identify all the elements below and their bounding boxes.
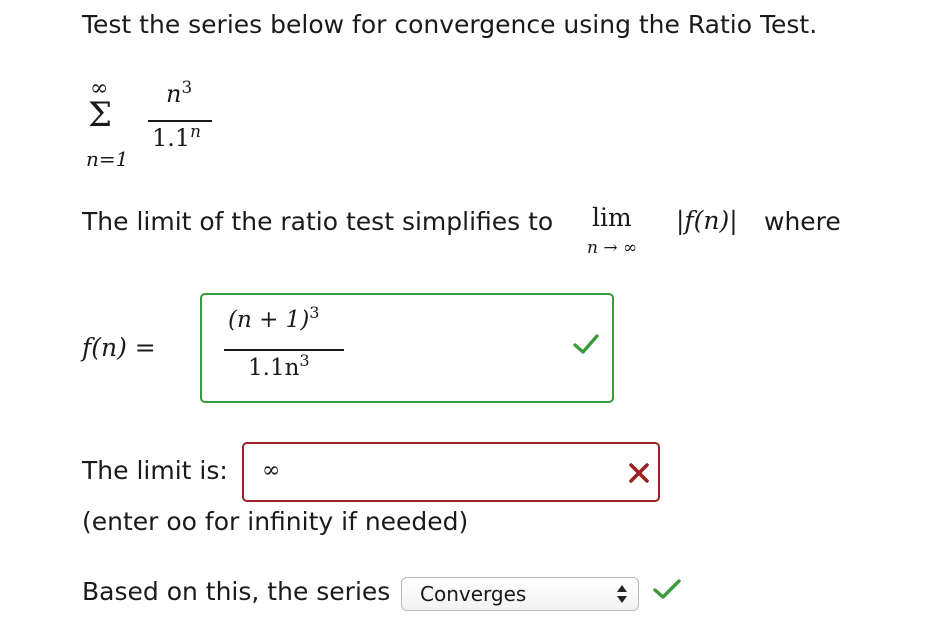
convergence-select[interactable]: Converges [401, 577, 639, 611]
infinity-hint: (enter oo for infinity if needed) [82, 507, 469, 536]
series-fraction-bar [148, 120, 212, 122]
fn-numerator-text: (n + 1) [228, 307, 310, 333]
fn-denominator-text: 1.1n [248, 355, 300, 381]
numerator-exponent: 3 [181, 76, 193, 97]
fn-label: f(n) = [82, 333, 156, 362]
fn-answer-denominator: 1.1n3 [248, 353, 310, 381]
series-denominator: 1.1n [152, 122, 201, 152]
where-text: where [764, 207, 841, 236]
limit-input[interactable]: ∞ [242, 442, 660, 502]
fn-denominator-exponent: 3 [299, 351, 310, 371]
x-icon [629, 463, 649, 483]
ratio-test-text: The limit of the ratio test simplifies t… [82, 207, 554, 236]
series-expression: ∞ Σ n=1 n3 1.1n [82, 74, 282, 184]
summation-symbol: Σ [88, 95, 113, 135]
limit-label: The limit is: [82, 456, 228, 485]
conclusion-label: Based on this, the series [82, 577, 391, 606]
check-icon [573, 334, 599, 354]
numerator-base: n [166, 80, 182, 108]
denominator-base: 1.1 [152, 124, 191, 152]
limit-operator: lim [592, 203, 632, 232]
question-prompt: Test the series below for convergence us… [82, 10, 818, 39]
convergence-select-value: Converges [420, 582, 527, 606]
up-down-arrows-icon [617, 585, 627, 603]
check-icon [653, 579, 681, 599]
series-numerator: n3 [166, 78, 192, 108]
fn-answer-numerator: (n + 1)3 [228, 305, 320, 333]
denominator-exponent: n [190, 120, 201, 141]
absolute-fn: |f(n)| [676, 206, 738, 235]
fn-answer-field[interactable]: (n + 1)3 1.1n3 [200, 293, 614, 403]
limit-subscript: n → ∞ [587, 238, 638, 258]
fn-answer-fraction-bar [224, 349, 344, 351]
limit-input-value: ∞ [262, 458, 281, 483]
series-lower-limit: n=1 [86, 147, 129, 171]
fn-numerator-exponent: 3 [309, 303, 320, 323]
